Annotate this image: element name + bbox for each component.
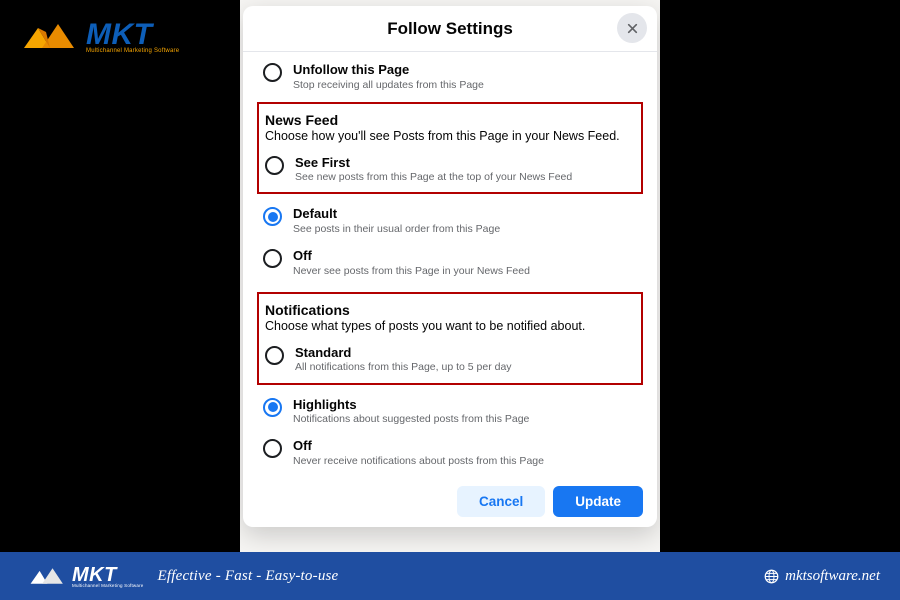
radio-icon	[263, 63, 282, 82]
logo-subtitle: Multichannel Marketing Software	[86, 48, 179, 54]
news-feed-title: News Feed	[261, 108, 639, 128]
radio-icon	[265, 346, 284, 365]
footer-tagline: Effective - Fast - Easy-to-use	[157, 568, 338, 585]
news-feed-option-off[interactable]: Off Never see posts from this Page in yo…	[259, 242, 641, 284]
option-sub: See posts in their usual order from this…	[293, 223, 500, 236]
modal-header: Follow Settings	[243, 6, 657, 52]
modal-title: Follow Settings	[387, 19, 513, 39]
close-button[interactable]	[617, 13, 647, 43]
option-label: Default	[293, 206, 500, 222]
radio-icon	[263, 398, 282, 417]
unfollow-label: Unfollow this Page	[293, 62, 484, 78]
notifications-option-standard[interactable]: Standard All notifications from this Pag…	[261, 339, 639, 381]
footer-bar: MKT Multichannel Marketing Software Effe…	[0, 552, 900, 600]
logo-icon	[20, 20, 82, 52]
radio-icon	[263, 207, 282, 226]
brand-logo-top: MKT Multichannel Marketing Software	[20, 18, 179, 54]
globe-icon	[764, 569, 779, 584]
unfollow-option[interactable]: Unfollow this Page Stop receiving all up…	[259, 56, 641, 98]
logo-icon	[28, 565, 68, 587]
option-sub: Never see posts from this Page in your N…	[293, 265, 530, 278]
option-label: Off	[293, 438, 544, 454]
update-button[interactable]: Update	[553, 486, 643, 517]
notifications-desc: Choose what types of posts you want to b…	[261, 318, 639, 339]
news-feed-desc: Choose how you'll see Posts from this Pa…	[261, 128, 639, 149]
news-feed-highlight: News Feed Choose how you'll see Posts fr…	[257, 102, 643, 195]
cancel-button[interactable]: Cancel	[457, 486, 545, 517]
news-feed-remaining: Default See posts in their usual order f…	[243, 198, 657, 285]
unfollow-section: Unfollow this Page Stop receiving all up…	[243, 52, 657, 100]
footer-site-link[interactable]: mktsoftware.net	[764, 568, 880, 585]
notifications-option-highlights[interactable]: Highlights Notifications about suggested…	[259, 391, 641, 433]
option-sub: All notifications from this Page, up to …	[295, 361, 512, 374]
notifications-remaining: Highlights Notifications about suggested…	[243, 389, 657, 476]
notifications-highlight: Notifications Choose what types of posts…	[257, 292, 643, 385]
footer-site-text: mktsoftware.net	[785, 568, 880, 585]
modal-backdrop: Follow Settings Unfollow this Page Stop …	[240, 0, 660, 552]
option-label: Highlights	[293, 397, 529, 413]
unfollow-sub: Stop receiving all updates from this Pag…	[293, 79, 484, 92]
option-sub: Notifications about suggested posts from…	[293, 413, 529, 426]
footer-logo-sub: Multichannel Marketing Software	[72, 583, 143, 588]
footer-logo: MKT Multichannel Marketing Software	[28, 564, 143, 588]
option-label: See First	[295, 155, 572, 171]
option-sub: Never receive notifications about posts …	[293, 455, 544, 468]
option-sub: See new posts from this Page at the top …	[295, 171, 572, 184]
close-icon	[626, 22, 639, 35]
option-label: Standard	[295, 345, 512, 361]
logo-text: MKT	[86, 18, 179, 52]
modal-footer: Cancel Update	[243, 476, 657, 519]
radio-icon	[265, 156, 284, 175]
radio-icon	[263, 249, 282, 268]
radio-icon	[263, 439, 282, 458]
notifications-title: Notifications	[261, 298, 639, 318]
news-feed-option-see-first[interactable]: See First See new posts from this Page a…	[261, 149, 639, 191]
option-label: Off	[293, 248, 530, 264]
follow-settings-modal: Follow Settings Unfollow this Page Stop …	[243, 6, 657, 527]
notifications-option-off[interactable]: Off Never receive notifications about po…	[259, 432, 641, 474]
news-feed-option-default[interactable]: Default See posts in their usual order f…	[259, 200, 641, 242]
